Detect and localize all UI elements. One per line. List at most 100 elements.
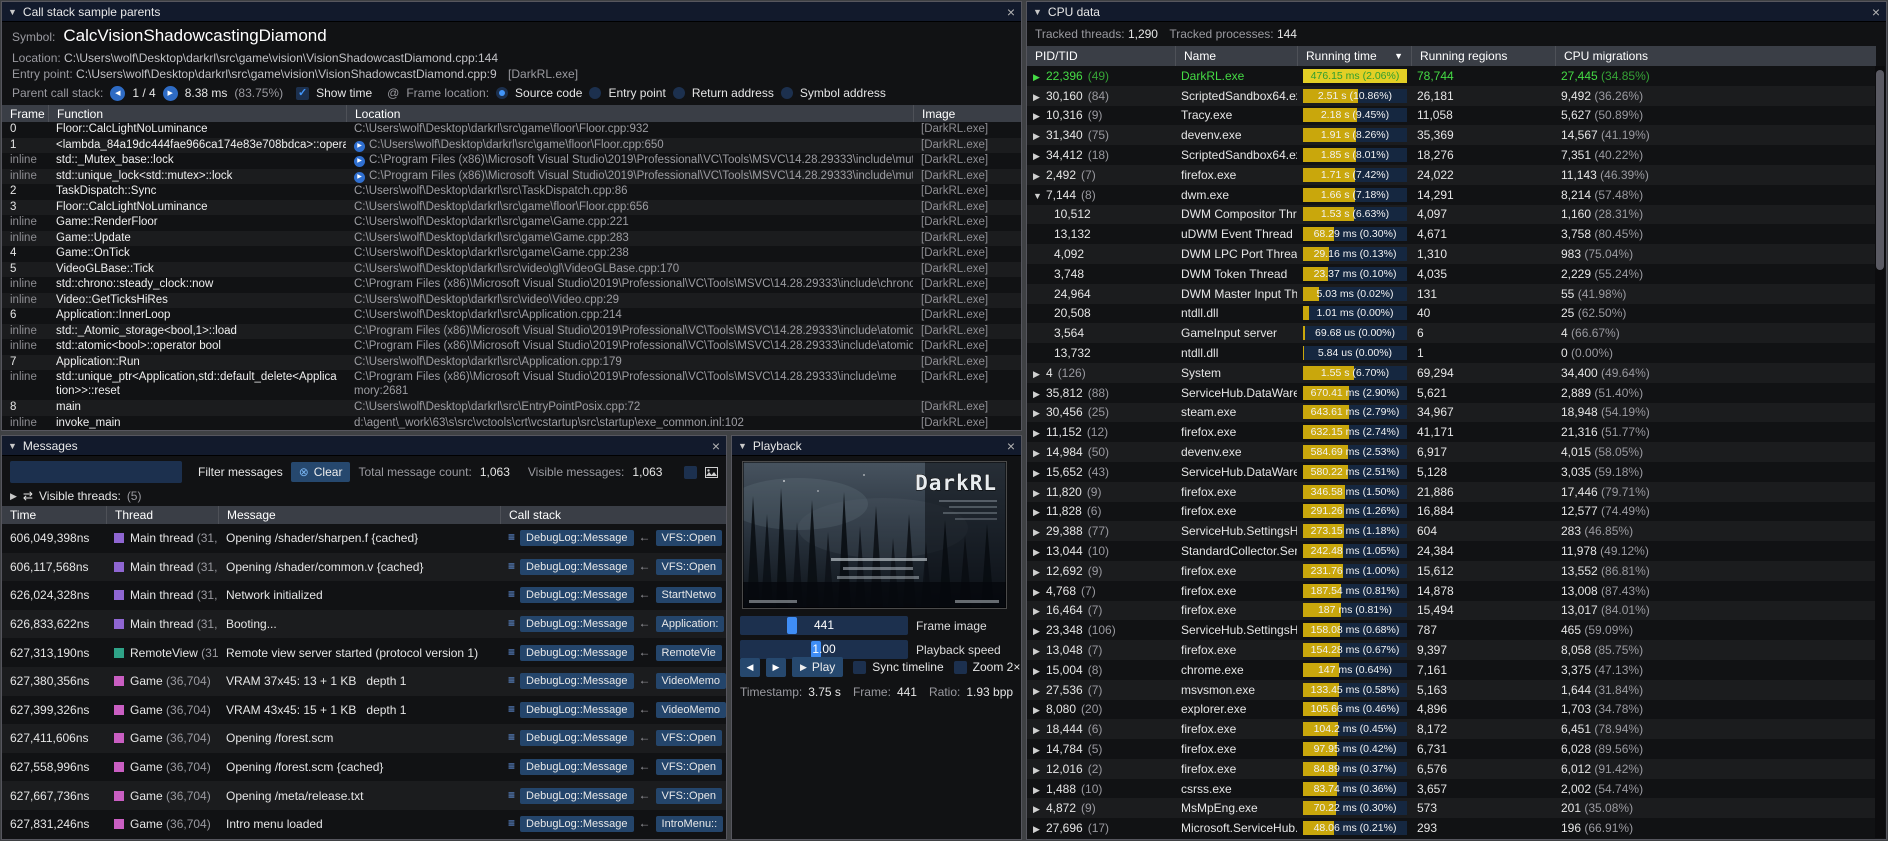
col-running-time[interactable]: Running time▼ [1297,46,1411,66]
show-time-checkbox[interactable]: ✓ [296,87,309,100]
callstack-icon[interactable]: ≡ [508,702,515,716]
tree-arrow-icon[interactable]: ▶ [1033,725,1046,736]
callstack-frame-chip[interactable]: DebugLog::Message [520,616,634,632]
cpu-process-row[interactable]: ▶27,696(17) Microsoft.ServiceHub.Co 48.0… [1027,818,1876,838]
cpu-process-row[interactable]: 3,564 GameInput server 69.68 us (0.00%) … [1027,323,1876,343]
tree-arrow-icon[interactable]: ▶ [1033,587,1046,598]
open-source-icon[interactable]: ▶ [354,156,365,167]
callstack-icon[interactable]: ≡ [508,530,515,544]
callstack-table-row[interactable]: 0 Floor::CalcLightNoLuminance ▶C:\Users\… [2,122,1021,138]
radio-return-address[interactable] [673,87,685,99]
tree-arrow-icon[interactable]: ▶ [1033,547,1046,558]
cpu-process-row[interactable]: ▶12,016(2) firefox.exe 84.89 ms (0.37%) … [1027,759,1876,779]
cpu-process-row[interactable]: 24,964 DWM Master Input Thread 5.03 ms (… [1027,284,1876,304]
callstack-frame-chip[interactable]: DebugLog::Message [520,730,634,746]
col-pid-tid[interactable]: PID/TID [1027,46,1175,66]
callstack-frame-chip[interactable]: VFS::Open [656,759,722,775]
callstack-frame-chip[interactable]: RemoteVie [656,645,722,661]
cpu-process-row[interactable]: 13,132 uDWM Event Thread 68.29 ms (0.30%… [1027,224,1876,244]
tree-arrow-icon[interactable]: ▶ [1033,646,1046,657]
cpu-process-row[interactable]: 10,512 DWM Compositor Thread 1.53 s (6.6… [1027,205,1876,225]
message-row[interactable]: 626,024,328ns Main thread (31,596) Netwo… [2,581,726,610]
cpu-process-row[interactable]: ▶14,984(50) devenv.exe 584.69 ms (2.53%)… [1027,442,1876,462]
cpu-process-row[interactable]: ▶13,048(7) firefox.exe 154.28 ms (0.67%)… [1027,640,1876,660]
cpu-process-row[interactable]: ▶30,160(84) ScriptedSandbox64.exe 2.51 s… [1027,86,1876,106]
play-button[interactable]: ▶ Play [792,657,843,677]
cpu-process-row[interactable]: ▶10,316(9) Tracy.exe 2.18 s (9.45%) 11,0… [1027,106,1876,126]
callstack-frame-chip[interactable]: DebugLog::Message [520,587,634,603]
cpu-process-row[interactable]: ▶1,488(10) csrss.exe 83.74 ms (0.36%) 3,… [1027,779,1876,799]
frame-slider[interactable]: 441 [740,616,908,635]
tree-arrow-icon[interactable]: ▶ [1033,151,1046,162]
cpu-process-row[interactable]: ▶30,456(25) steam.exe 643.61 ms (2.79%) … [1027,403,1876,423]
callstack-frame-chip[interactable]: VideoMemo [656,702,726,718]
callstack-frame-chip[interactable]: DebugLog::Message [520,788,634,804]
tree-arrow-icon[interactable]: ▶ [1033,804,1046,815]
radio-symbol-address[interactable] [781,87,793,99]
cpu-process-row[interactable]: ▶16,464(7) firefox.exe 187 ms (0.81%) 15… [1027,601,1876,621]
cpu-process-row[interactable]: ▶35,812(88) ServiceHub.DataWarehou 670.4… [1027,383,1876,403]
collapse-icon[interactable]: ▼ [1033,7,1042,17]
callstack-table-row[interactable]: inline std::atomic<bool>::operator bool … [2,339,1021,355]
message-row[interactable]: 606,049,398ns Main thread (31,596) Openi… [2,524,726,553]
callstack-icon[interactable]: ≡ [508,645,515,659]
cpu-process-row[interactable]: ▶29,388(77) ServiceHub.SettingsHost 273.… [1027,521,1876,541]
callstack-table-row[interactable]: 5 VideoGLBase::Tick ▶C:\Users\wolf\Deskt… [2,262,1021,278]
callstack-frame-chip[interactable]: VideoMemo [656,673,726,689]
callstack-icon[interactable]: ≡ [508,730,515,744]
callstack-table-row[interactable]: 8 main ▶C:\Users\wolf\Desktop\darkrl\src… [2,400,1021,416]
message-row[interactable]: 627,667,736ns Game (36,704) Opening /met… [2,781,726,810]
cpu-process-row[interactable]: ▶11,820(9) firefox.exe 346.58 ms (1.50%)… [1027,482,1876,502]
cpu-scrollbar[interactable] [1875,66,1885,838]
callstack-icon[interactable]: ≡ [508,559,515,573]
callstack-icon[interactable]: ≡ [508,816,515,830]
tree-arrow-icon[interactable]: ▶ [1033,785,1046,796]
cpu-process-row[interactable]: ▶4,768(7) firefox.exe 187.54 ms (0.81%) … [1027,581,1876,601]
callstack-frame-chip[interactable]: IntroMenu:: [656,816,724,832]
close-icon[interactable]: × [1872,5,1880,19]
col-frame[interactable]: Frame [2,105,48,122]
cpu-process-row[interactable]: 20,508 ntdll.dll 1.01 ms (0.00%) 40 25 (… [1027,304,1876,324]
tree-arrow-icon[interactable]: ▶ [1033,171,1046,182]
cpu-process-row[interactable]: ▶4(126) System 1.55 s (6.70%) 69,294 34,… [1027,363,1876,383]
tree-arrow-icon[interactable]: ▶ [1033,527,1046,538]
callstack-table-row[interactable]: inline invoke_main ▶d:\agent\_work\63\s\… [2,416,1021,431]
tree-arrow-icon[interactable]: ▶ [1033,686,1046,697]
col-function[interactable]: Function [48,105,346,122]
collapse-icon[interactable]: ▼ [8,441,17,451]
callstack-frame-chip[interactable]: VFS::Open [656,730,722,746]
message-row[interactable]: 626,833,622ns Main thread (31,596) Booti… [2,610,726,639]
cpu-process-row[interactable]: 4,092 DWM LPC Port Thread 29.16 ms (0.13… [1027,244,1876,264]
tree-arrow-icon[interactable]: ▶ [1033,765,1046,776]
callstack-frame-chip[interactable]: VFS::Open [656,530,722,546]
callstack-table-row[interactable]: 2 TaskDispatch::Sync ▶C:\Users\wolf\Desk… [2,184,1021,200]
visible-threads-row[interactable]: ▶ ⇄ Visible threads: (5) [10,489,141,503]
tree-arrow-icon[interactable]: ▼ [1033,191,1046,201]
tree-arrow-icon[interactable]: ▶ [1033,389,1046,400]
callstack-table-row[interactable]: inline std::unique_ptr<Application,std::… [2,370,1021,400]
tree-arrow-icon[interactable]: ▶ [1033,72,1046,83]
callstack-icon[interactable]: ≡ [508,788,515,802]
tree-arrow-icon[interactable]: ▶ [1033,428,1046,439]
tree-arrow-icon[interactable]: ▶ [1033,369,1046,380]
radio-source-code[interactable] [496,87,508,99]
callstack-table-row[interactable]: 6 Application::InnerLoop ▶C:\Users\wolf\… [2,308,1021,324]
col-image[interactable]: Image [913,105,1021,122]
tree-arrow-icon[interactable]: ▶ [1033,507,1046,518]
cpu-process-row[interactable]: ▶4,872(9) MsMpEng.exe 70.22 ms (0.30%) 5… [1027,798,1876,818]
cpu-process-row[interactable]: ▼7,144(8) dwm.exe 1.66 s (7.18%) 14,291 … [1027,185,1876,205]
col-name[interactable]: Name [1175,46,1297,66]
show-frame-checkbox[interactable] [684,466,697,479]
tree-arrow-icon[interactable]: ▶ [1033,92,1046,103]
callstack-frame-chip[interactable]: Application: [656,616,725,632]
callstack-frame-chip[interactable]: DebugLog::Message [520,759,634,775]
callstack-table-row[interactable]: inline Game::Update ▶C:\Users\wolf\Deskt… [2,231,1021,247]
callstack-frame-chip[interactable]: DebugLog::Message [520,816,634,832]
message-row[interactable]: 627,411,606ns Game (36,704) Opening /for… [2,724,726,753]
cpu-process-row[interactable]: ▶13,044(10) StandardCollector.Servic 242… [1027,541,1876,561]
tree-arrow-icon[interactable]: ▶ [1033,488,1046,499]
tree-arrow-icon[interactable]: ▶ [1033,131,1046,142]
collapse-icon[interactable]: ▼ [738,441,747,451]
callstack-frame-chip[interactable]: DebugLog::Message [520,673,634,689]
close-icon[interactable]: × [712,439,720,453]
